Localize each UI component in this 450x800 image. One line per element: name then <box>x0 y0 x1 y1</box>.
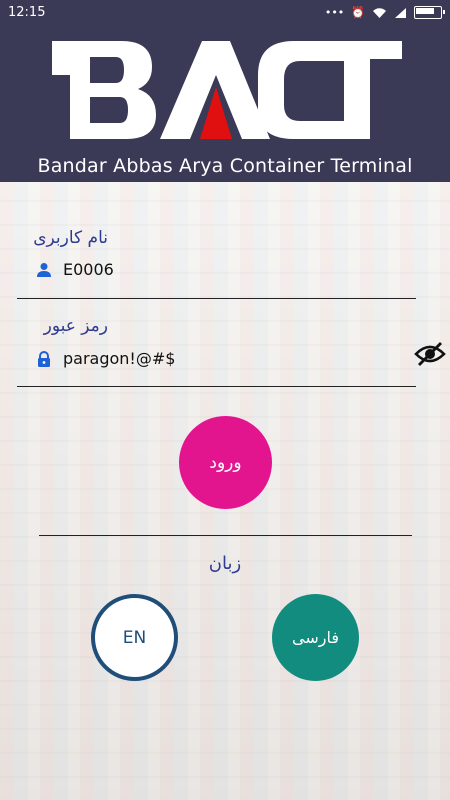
password-field[interactable]: paragon!@#$ <box>36 349 175 368</box>
password-underline <box>17 386 416 387</box>
english-button-label: EN <box>122 627 147 648</box>
english-language-button[interactable]: EN <box>91 594 178 681</box>
battery-icon <box>414 6 445 19</box>
eye-slash-icon[interactable] <box>414 340 446 368</box>
lock-icon <box>38 350 50 367</box>
persian-language-button[interactable]: فارسی <box>272 594 359 681</box>
username-field[interactable]: E0006 <box>36 260 114 279</box>
status-time: 12:15 <box>8 5 46 20</box>
status-icons: ••• ⏰ <box>324 6 445 19</box>
login-button-label: ورود <box>209 452 242 473</box>
password-label: رمز عبور <box>43 316 108 336</box>
language-label: زبان <box>208 553 242 574</box>
cell-signal-icon <box>395 7 406 18</box>
persian-button-label: فارسی <box>292 628 339 647</box>
wifi-icon <box>373 7 386 18</box>
username-value[interactable]: E0006 <box>63 260 114 279</box>
password-value[interactable]: paragon!@#$ <box>63 349 175 368</box>
bact-logo <box>52 41 402 139</box>
section-divider <box>39 535 412 536</box>
username-underline <box>17 298 416 299</box>
status-bar: 12:15 ••• ⏰ <box>0 0 450 25</box>
user-icon <box>37 262 51 277</box>
header: Bandar Abbas Arya Container Terminal <box>0 25 450 182</box>
alarm-icon: ⏰ <box>351 6 365 19</box>
signal-dots-icon: ••• <box>324 6 345 19</box>
username-label: نام کاربری <box>33 228 108 248</box>
login-button[interactable]: ورود <box>179 416 272 509</box>
company-tagline: Bandar Abbas Arya Container Terminal <box>37 155 413 177</box>
